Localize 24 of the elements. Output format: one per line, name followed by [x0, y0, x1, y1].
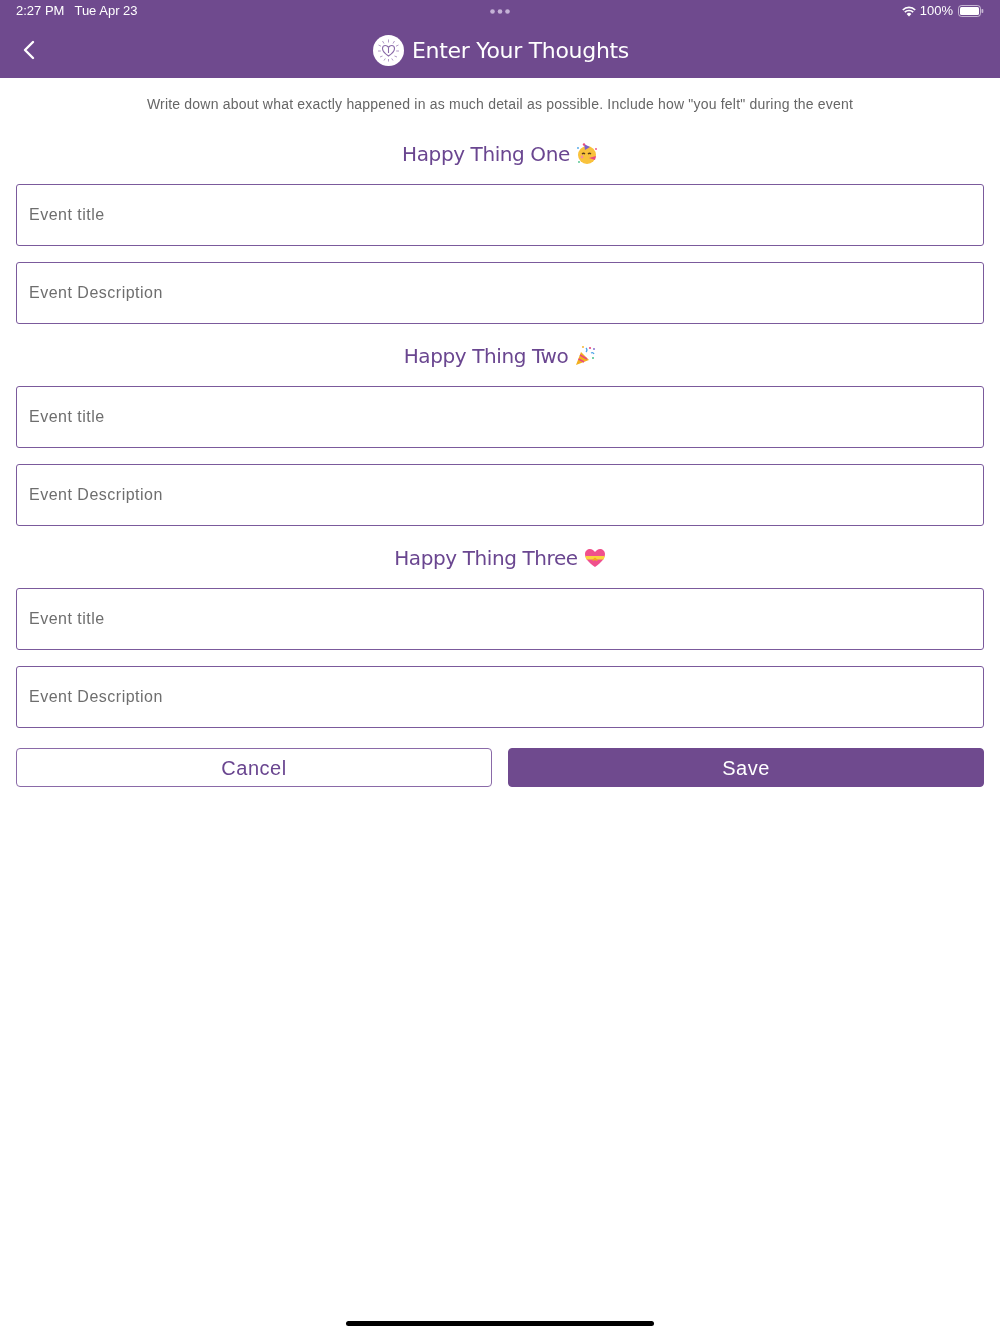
input-field[interactable]: Event title	[16, 386, 984, 448]
cancel-button[interactable]: Cancel	[16, 748, 492, 787]
party-popper-icon	[574, 345, 597, 367]
party-face-icon	[575, 143, 598, 165]
input-field[interactable]: Event Description	[16, 262, 984, 324]
input-field[interactable]: Event title	[16, 588, 984, 650]
status-time: 2:27 PM	[16, 2, 65, 21]
input-field[interactable]: Event title	[16, 184, 984, 246]
input-field[interactable]: Event Description	[16, 464, 984, 526]
heart-badge-icon	[372, 34, 404, 66]
input-field[interactable]: Event Description	[16, 666, 984, 728]
status-date: Tue Apr 23	[74, 2, 138, 21]
chevron-left-icon	[23, 40, 35, 60]
section-heading: Happy Thing Three	[394, 545, 578, 572]
section-heading: Happy Thing Two	[403, 343, 569, 370]
heart-ribbon-icon	[583, 548, 606, 568]
battery-icon	[958, 5, 984, 17]
dots-icon[interactable]	[490, 9, 510, 14]
instructions-text: Write down about what exactly happened in as much detail as possible. Include how "you felt" during the event	[145, 95, 855, 114]
save-button[interactable]: Save	[508, 748, 984, 787]
section-heading: Happy Thing One	[402, 141, 570, 168]
battery-percent: 100%	[919, 2, 953, 21]
screen-title: Enter Your Thoughts	[411, 36, 630, 65]
wifi-icon	[901, 5, 916, 17]
